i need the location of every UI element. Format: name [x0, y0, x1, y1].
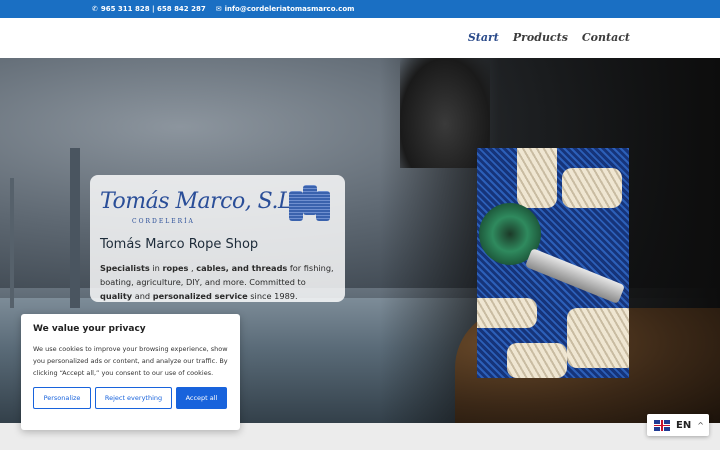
nav-contact[interactable]: Contact	[582, 31, 630, 44]
logo-subtitle: CORDELERÍA	[132, 218, 195, 225]
harbor-crane	[70, 148, 80, 308]
phone-numbers: 965 311 828 | 658 842 287	[100, 5, 206, 13]
intro-description: Specialists in ropes , cables, and threa…	[100, 263, 334, 301]
phone-contact[interactable]: ✆ 965 311 828 | 658 842 287	[92, 5, 206, 13]
main-nav: Start Products Contact	[468, 31, 630, 44]
cookie-consent-banner: We value your privacy We use cookies to …	[21, 314, 240, 430]
language-switcher[interactable]: EN ^	[647, 414, 709, 436]
reject-all-button[interactable]: Reject everything	[95, 387, 172, 409]
harbor-crane	[10, 178, 14, 308]
mail-icon: ✉	[215, 5, 222, 13]
accept-all-button[interactable]: Accept all	[176, 387, 227, 409]
multitool	[524, 247, 626, 305]
page-title: Tomás Marco Rope Shop	[100, 237, 259, 252]
logo-wordmark: Tomás Marco, S.L.	[100, 189, 299, 214]
nav-products[interactable]: Products	[513, 31, 568, 44]
cookie-actions: Personalize Reject everything Accept all	[33, 387, 228, 409]
chevron-up-icon: ^	[697, 420, 704, 430]
phone-icon: ✆	[92, 5, 98, 13]
cookie-title: We value your privacy	[33, 324, 146, 334]
rope-spools-icon	[285, 183, 333, 223]
company-logo: Tomás Marco, S.L. CORDELERÍA	[100, 183, 335, 227]
nav-start[interactable]: Start	[468, 31, 499, 44]
customize-button[interactable]: Personalize	[33, 387, 91, 409]
uk-flag-icon	[654, 419, 670, 431]
email-contact[interactable]: ✉ info@cordeleriatomasmarco.com	[216, 5, 355, 13]
cookie-description: We use cookies to improve your browsing …	[33, 345, 228, 377]
intro-card: Tomás Marco, S.L. CORDELERÍA Tomás Marco…	[90, 175, 345, 302]
top-contact-bar: ✆ 965 311 828 | 658 842 287 ✉ info@corde…	[0, 0, 720, 18]
site-header: Start Products Contact	[0, 18, 720, 58]
language-code: EN	[676, 419, 692, 431]
email-address: info@cordeleriatomasmarco.com	[224, 5, 355, 13]
product-photo	[477, 148, 629, 378]
